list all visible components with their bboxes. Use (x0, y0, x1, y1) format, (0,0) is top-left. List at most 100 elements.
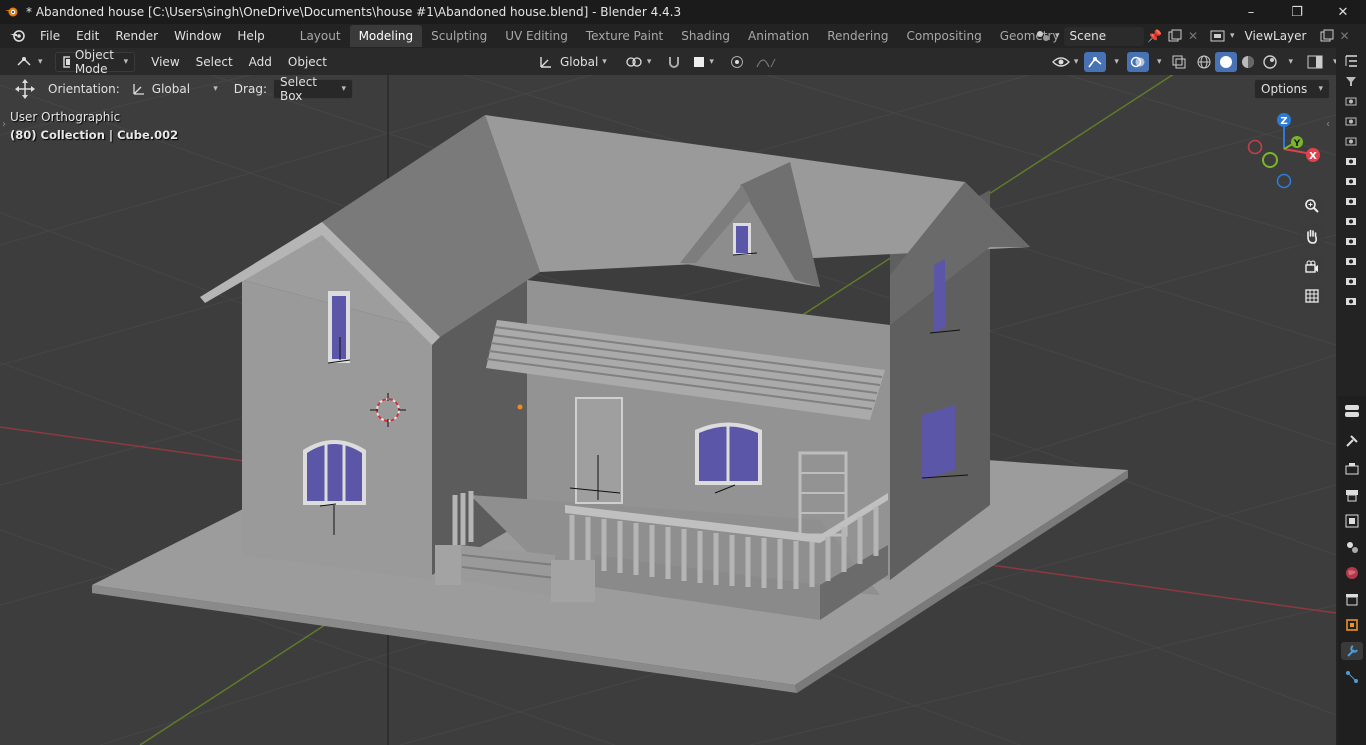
maximize-button[interactable]: ❐ (1274, 0, 1320, 24)
delete-scene-icon[interactable]: ✕ (1185, 26, 1201, 46)
tab-modeling[interactable]: Modeling (349, 25, 423, 47)
toolbar-expand-icon[interactable]: › (2, 119, 6, 130)
shading-material-button[interactable] (1237, 52, 1259, 72)
menu-view[interactable]: View (145, 52, 185, 72)
tool-properties-icon[interactable] (1341, 432, 1363, 450)
camera-visibility-icon[interactable] (1340, 232, 1362, 250)
shading-dropdown[interactable]: ▾ (1281, 52, 1296, 72)
pivot-point-dropdown[interactable]: ▾ (619, 52, 658, 72)
left-upper-window-glass (332, 296, 346, 359)
collection-properties-icon[interactable] (1341, 590, 1363, 608)
move-tool-icon[interactable] (12, 78, 38, 99)
menu-help[interactable]: Help (229, 24, 272, 48)
viewport-scene[interactable] (0, 75, 1336, 745)
menu-edit[interactable]: Edit (68, 24, 107, 48)
drag-dropdown[interactable]: Select Box ▾ (272, 75, 353, 103)
camera-visibility-icon[interactable] (1340, 192, 1362, 210)
tab-sculpting[interactable]: Sculpting (422, 25, 496, 47)
perspective-grid-icon[interactable] (1299, 283, 1325, 309)
proportional-edit-icon (730, 55, 743, 68)
menu-render[interactable]: Render (107, 24, 166, 48)
tab-uv-editing[interactable]: UV Editing (496, 25, 577, 47)
modifier-properties-icon[interactable] (1341, 642, 1363, 660)
blender-menu-icon[interactable] (0, 24, 32, 48)
tab-rendering[interactable]: Rendering (818, 25, 897, 47)
delete-view-layer-icon[interactable]: ✕ (1337, 26, 1353, 46)
snap-toggle[interactable] (661, 52, 687, 72)
world-properties-icon[interactable] (1341, 564, 1363, 582)
left-lower-window-glass (307, 444, 362, 501)
visibility-selectability-dropdown[interactable]: ▾ (1046, 52, 1085, 72)
proportional-falloff-dropdown[interactable] (750, 52, 784, 72)
sidebar-toggle-icon[interactable] (1304, 52, 1326, 72)
camera-visibility-icon[interactable] (1340, 132, 1362, 150)
menu-file[interactable]: File (32, 24, 68, 48)
overlays-toggle[interactable] (1126, 51, 1149, 72)
camera-view-icon[interactable] (1299, 254, 1325, 280)
new-view-layer-icon[interactable] (1317, 26, 1337, 46)
pan-hand-icon[interactable] (1299, 223, 1325, 249)
scene-name-field[interactable]: Scene (1063, 26, 1144, 46)
camera-visibility-icon[interactable] (1340, 292, 1362, 310)
menu-window[interactable]: Window (166, 24, 229, 48)
object-mode-icon (62, 55, 70, 68)
scene-icon[interactable]: ▾ (1031, 26, 1064, 46)
editor-type-button[interactable]: ▾ (10, 52, 49, 72)
minimize-button[interactable]: – (1228, 0, 1274, 24)
xray-toggle[interactable] (1169, 52, 1189, 72)
tab-layout[interactable]: Layout (291, 25, 350, 47)
camera-visibility-icon[interactable] (1340, 152, 1362, 170)
view-layer-name-field[interactable]: ViewLayer (1239, 27, 1317, 46)
outliner-editor-icon[interactable] (1340, 52, 1362, 70)
pin-scene-icon[interactable]: 📌 (1144, 26, 1165, 46)
object-mode-dropdown[interactable]: Object Mode ▾ (54, 48, 136, 76)
sidebar-expand-icon[interactable]: ‹ (1326, 119, 1330, 130)
object-properties-icon[interactable] (1341, 616, 1363, 634)
menu-object[interactable]: Object (282, 52, 333, 72)
proportional-editing-toggle[interactable] (724, 52, 750, 72)
orientation-dropdown[interactable]: Global ▾ (126, 79, 224, 99)
snap-target-dropdown[interactable]: ▾ (687, 52, 720, 72)
menu-add[interactable]: Add (243, 52, 278, 72)
outliner-filter-icon[interactable] (1340, 72, 1362, 90)
transform-orientation-label: Global (560, 54, 599, 69)
view-layer-icon[interactable]: ▾ (1206, 26, 1239, 46)
camera-visibility-icon[interactable] (1340, 112, 1362, 130)
menu-select[interactable]: Select (190, 52, 239, 72)
blender-logo-icon[interactable] (0, 0, 24, 24)
camera-visibility-icon[interactable] (1340, 272, 1362, 290)
tab-animation[interactable]: Animation (739, 25, 818, 47)
selected-object-origin (517, 404, 523, 410)
tab-compositing[interactable]: Compositing (897, 25, 990, 47)
new-scene-icon[interactable] (1165, 26, 1185, 46)
shading-solid-button[interactable] (1215, 51, 1238, 72)
overlays-dropdown[interactable]: ▾ (1149, 52, 1166, 72)
navigation-gizmo[interactable]: Z X Y (1244, 109, 1324, 189)
view-layer-properties-icon[interactable] (1341, 512, 1363, 530)
camera-visibility-icon[interactable] (1340, 172, 1362, 190)
snap-increment-icon (694, 56, 705, 67)
properties-editor-icon[interactable] (1341, 402, 1363, 420)
drag-label: Drag: (233, 81, 267, 96)
scene-properties-icon[interactable] (1341, 538, 1363, 556)
tab-shading[interactable]: Shading (672, 25, 739, 47)
tab-texture-paint[interactable]: Texture Paint (577, 25, 672, 47)
camera-visibility-icon[interactable] (1340, 212, 1362, 230)
magnet-icon (669, 56, 680, 68)
particles-properties-icon[interactable] (1341, 668, 1363, 686)
gizmo-dropdown[interactable]: ▾ (1106, 52, 1123, 72)
transform-orientation-dropdown[interactable]: Global ▾ (533, 52, 613, 72)
camera-visibility-icon[interactable] (1340, 252, 1362, 270)
render-properties-icon[interactable] (1341, 460, 1363, 478)
options-dropdown[interactable]: Options ▾ (1254, 78, 1330, 99)
orientation-label: Orientation: (48, 81, 120, 96)
zoom-icon[interactable] (1299, 193, 1325, 219)
3d-viewport[interactable]: Orientation: Global ▾ Drag: Select Box ▾ O… (0, 75, 1336, 745)
close-button[interactable]: ✕ (1320, 0, 1366, 24)
camera-visibility-icon[interactable] (1340, 92, 1362, 110)
output-properties-icon[interactable] (1341, 486, 1363, 504)
gizmo-toggle[interactable] (1084, 51, 1107, 72)
shading-wireframe-button[interactable] (1193, 52, 1215, 72)
drag-value: Select Box (279, 75, 318, 103)
shading-rendered-button[interactable] (1259, 52, 1281, 72)
